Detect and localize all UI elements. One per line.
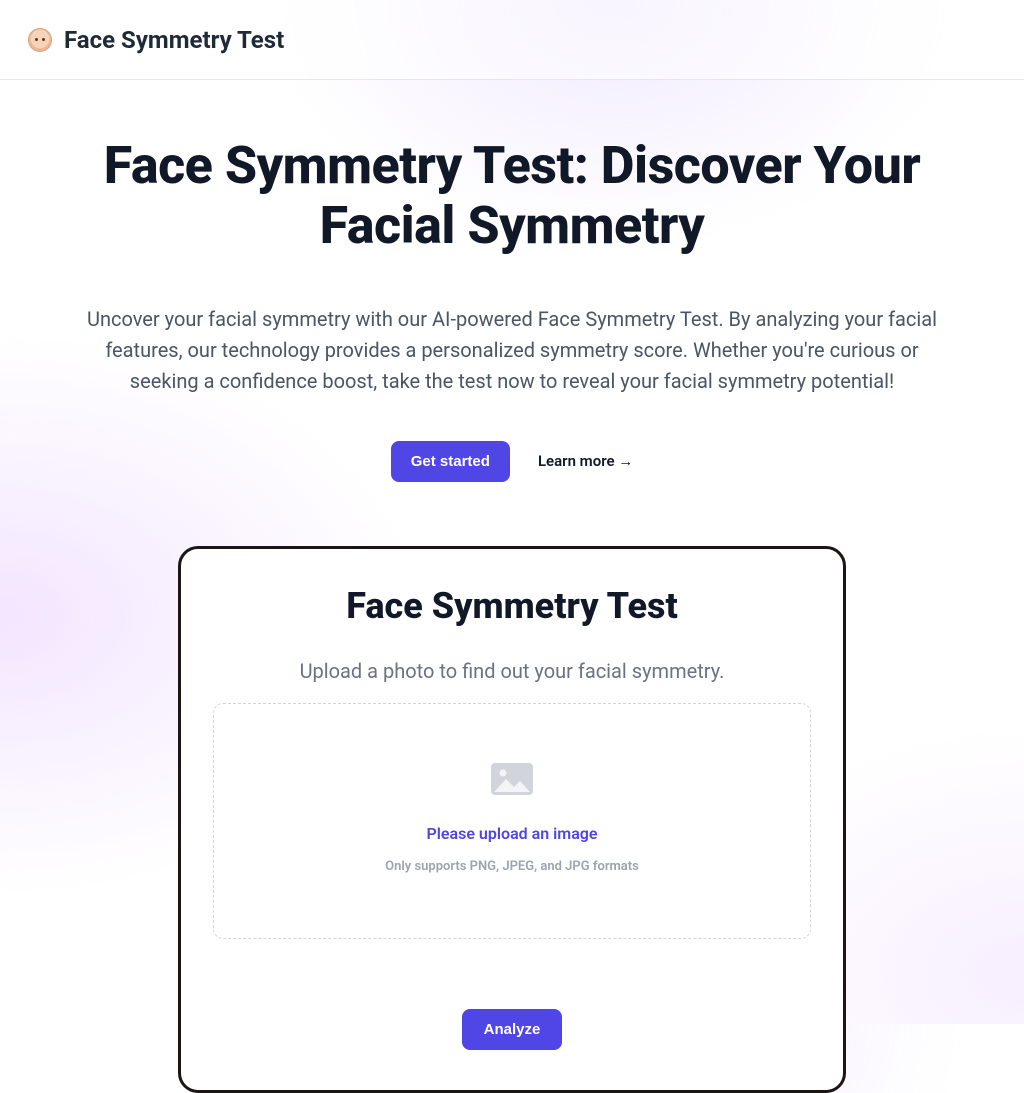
card-subtitle: Upload a photo to find out your facial s… xyxy=(213,659,811,683)
hero-description: Uncover your facial symmetry with our AI… xyxy=(82,304,942,397)
page-title: Face Symmetry Test: Discover Your Facial… xyxy=(56,136,968,256)
upload-hint: Only supports PNG, JPEG, and JPG formats xyxy=(234,859,790,874)
brand-title: Face Symmetry Test xyxy=(64,26,284,54)
card-title: Face Symmetry Test xyxy=(213,585,811,627)
site-header: Face Symmetry Test xyxy=(0,0,1024,80)
upload-prompt: Please upload an image xyxy=(234,824,790,843)
analyze-button[interactable]: Analyze xyxy=(462,1009,563,1050)
logo-icon xyxy=(28,28,52,52)
learn-more-link[interactable]: Learn more → xyxy=(538,452,633,470)
upload-dropzone[interactable]: Please upload an image Only supports PNG… xyxy=(213,703,811,939)
image-placeholder-icon xyxy=(490,762,534,796)
hero-section: Face Symmetry Test: Discover Your Facial… xyxy=(0,80,1024,514)
cta-row: Get started Learn more → xyxy=(56,441,968,482)
get-started-button[interactable]: Get started xyxy=(391,441,510,482)
upload-card: Face Symmetry Test Upload a photo to fin… xyxy=(178,546,846,1093)
